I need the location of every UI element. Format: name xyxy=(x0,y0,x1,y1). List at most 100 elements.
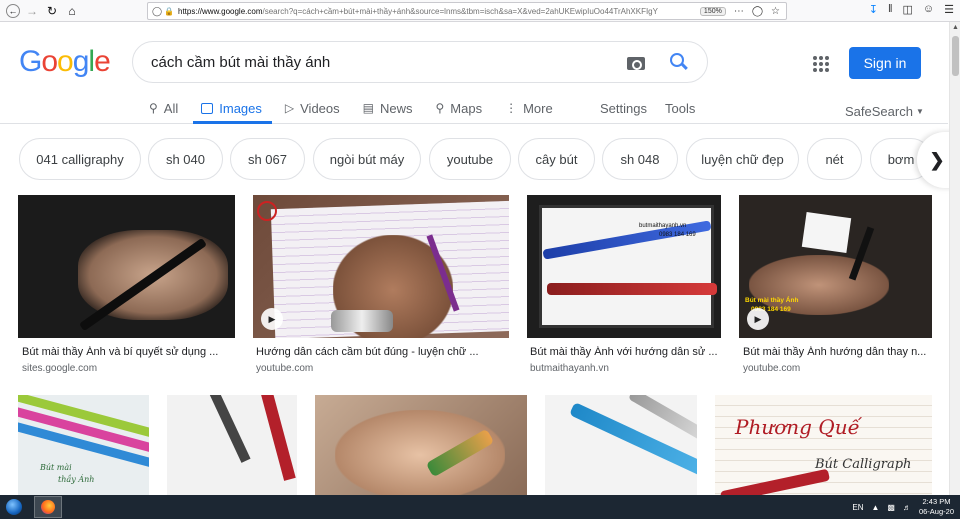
play-icon[interactable]: ▶ xyxy=(261,308,283,330)
related-chips: 041 calligraphy sh 040 sh 067 ngòi bút m… xyxy=(19,138,949,182)
image-hand xyxy=(335,410,505,495)
result-caption[interactable]: Bút mài thầy Ánh với hướng dẫn sử ... xyxy=(530,346,721,358)
zoom-level[interactable]: 150% xyxy=(699,6,726,16)
result-image[interactable]: Bút mài thầy Ánh 0983 184 169 ▶ xyxy=(739,195,932,338)
volume-icon[interactable]: ♬ xyxy=(903,503,911,512)
address-bar[interactable]: ◯ 🔒 https://www.google.com/search?q=cách… xyxy=(147,2,787,20)
chip[interactable]: sh 067 xyxy=(230,138,305,180)
result-source[interactable]: youtube.com xyxy=(743,363,800,374)
result-image[interactable] xyxy=(167,395,297,495)
clock-date: 06-Aug-20 xyxy=(918,507,954,516)
chip[interactable]: cây bút xyxy=(518,138,595,180)
image-text: 0983 184 169 xyxy=(659,232,696,238)
more-actions-icon[interactable]: ⋯ xyxy=(734,6,744,17)
scroll-up-icon[interactable]: ▲ xyxy=(950,24,960,31)
image-pen xyxy=(719,468,831,495)
image-text: thầy Ánh xyxy=(58,475,95,484)
tools-link[interactable]: Tools xyxy=(665,93,695,123)
account-icon[interactable]: ☺ xyxy=(923,3,934,16)
result-caption[interactable]: Bút mài thầy Ánh và bí quyết sử dụng ... xyxy=(22,346,235,358)
result-caption[interactable]: Hướng dẫn cách cầm bút đúng - luyện chữ … xyxy=(256,346,508,358)
image-pen xyxy=(203,395,251,463)
search-icon[interactable] xyxy=(669,52,689,72)
firefox-taskbar-button[interactable] xyxy=(34,496,62,518)
settings-link[interactable]: Settings xyxy=(600,93,647,123)
caret-down-icon: ▼ xyxy=(915,106,924,116)
library-icon[interactable]: ‖ xyxy=(888,3,893,16)
scrollbar-thumb[interactable] xyxy=(952,36,959,76)
play-icon[interactable]: ▶ xyxy=(747,308,769,330)
google-logo[interactable]: Google xyxy=(19,45,111,79)
result-image[interactable] xyxy=(315,395,527,495)
search-box[interactable]: cách cầm bút mài thầy ánh xyxy=(132,41,708,83)
menu-icon[interactable]: ☰ xyxy=(944,3,954,16)
tab-label: Images xyxy=(219,100,262,116)
result-caption[interactable]: Bút mài thầy Ánh hướng dẫn thay n... xyxy=(743,346,932,358)
back-icon[interactable]: ← xyxy=(6,3,20,18)
result-image[interactable]: Bút mài thầy Ánh xyxy=(18,395,149,495)
chip[interactable]: sh 048 xyxy=(602,138,678,180)
image-card xyxy=(801,212,852,253)
download-icon[interactable]: ↧ xyxy=(869,3,878,16)
image-text: Bút mài xyxy=(40,463,72,472)
result-image[interactable]: butmaithayanh.vn 0983 184 169 xyxy=(527,195,721,338)
search-input[interactable]: cách cầm bút mài thầy ánh xyxy=(133,54,627,71)
url-path: /search?q=cách+cầm+bút+mài+thầy+ánh&sour… xyxy=(262,6,658,16)
chip[interactable]: youtube xyxy=(429,138,511,180)
chip[interactable]: nét xyxy=(807,138,862,180)
apps-grid-icon[interactable] xyxy=(813,56,829,72)
tab-all[interactable]: ⚲ All xyxy=(149,93,178,123)
tab-label: More xyxy=(523,100,553,116)
image-watch xyxy=(331,310,393,332)
result-image[interactable]: ▶ xyxy=(253,195,509,338)
result-image[interactable]: Phương Quế Bút Calligraph xyxy=(715,395,932,495)
chip[interactable]: 041 calligraphy xyxy=(19,138,141,180)
result-source[interactable]: sites.google.com xyxy=(22,363,97,374)
image-logo xyxy=(257,201,277,221)
tab-label: All xyxy=(163,100,179,116)
image-pen xyxy=(547,283,717,295)
vertical-scrollbar[interactable]: ▲ xyxy=(949,22,960,495)
home-icon[interactable]: ⌂ xyxy=(64,3,80,19)
safesearch-dropdown[interactable]: SafeSearch ▼ xyxy=(845,96,924,126)
language-indicator[interactable]: EN xyxy=(852,503,863,512)
shield-icon[interactable]: ◯ xyxy=(152,6,164,17)
tab-maps[interactable]: ⚲ Maps xyxy=(436,93,483,123)
tab-images[interactable]: Images xyxy=(193,93,272,124)
result-source[interactable]: butmaithayanh.vn xyxy=(530,363,609,374)
safesearch-label: SafeSearch xyxy=(845,103,913,119)
image-text: Bút mài thầy Ánh xyxy=(745,297,799,304)
more-vert-icon: ⋮ xyxy=(505,101,518,115)
url-text: https://www.google.com/search?q=cách+cầm… xyxy=(174,7,700,16)
bookmark-star-icon[interactable]: ☆ xyxy=(771,6,780,17)
result-image[interactable] xyxy=(18,195,235,338)
search-header: Google cách cầm bút mài thầy ánh Sign in… xyxy=(0,22,948,124)
clock[interactable]: 2:43 PM 06-Aug-20 xyxy=(919,497,954,517)
map-pin-icon: ⚲ xyxy=(435,101,445,115)
tab-label: Maps xyxy=(450,100,483,116)
pocket-icon[interactable]: ◯ xyxy=(752,6,763,17)
start-button[interactable] xyxy=(0,495,28,519)
search-icon: ⚲ xyxy=(149,101,158,115)
windows-orb-icon xyxy=(6,499,22,515)
chip[interactable]: ngòi bút máy xyxy=(313,138,421,180)
reload-icon[interactable]: ↻ xyxy=(44,3,60,19)
tab-videos[interactable]: ▷ Videos xyxy=(285,93,340,123)
forward-icon[interactable]: → xyxy=(24,3,40,19)
camera-icon[interactable] xyxy=(627,54,647,70)
result-source[interactable]: youtube.com xyxy=(256,363,313,374)
result-image[interactable] xyxy=(545,395,697,495)
show-hidden-icons-icon[interactable]: ▲ xyxy=(871,503,879,512)
image-text: butmaithayanh.vn xyxy=(639,223,687,229)
chip[interactable]: luyện chữ đẹp xyxy=(686,138,799,180)
sidebar-icon[interactable]: ◫ xyxy=(902,3,912,16)
sign-in-button[interactable]: Sign in xyxy=(849,47,921,79)
network-icon[interactable]: ▩ xyxy=(887,503,895,512)
chip[interactable]: sh 040 xyxy=(148,138,223,180)
tab-label: News xyxy=(379,100,413,116)
tab-news[interactable]: ▤ News xyxy=(363,93,413,123)
tab-more[interactable]: ⋮ More xyxy=(505,93,553,123)
url-domain: https://www.google.com xyxy=(178,6,263,16)
lock-icon[interactable]: 🔒 xyxy=(164,7,174,16)
image-text: Bút Calligraph xyxy=(815,457,912,472)
